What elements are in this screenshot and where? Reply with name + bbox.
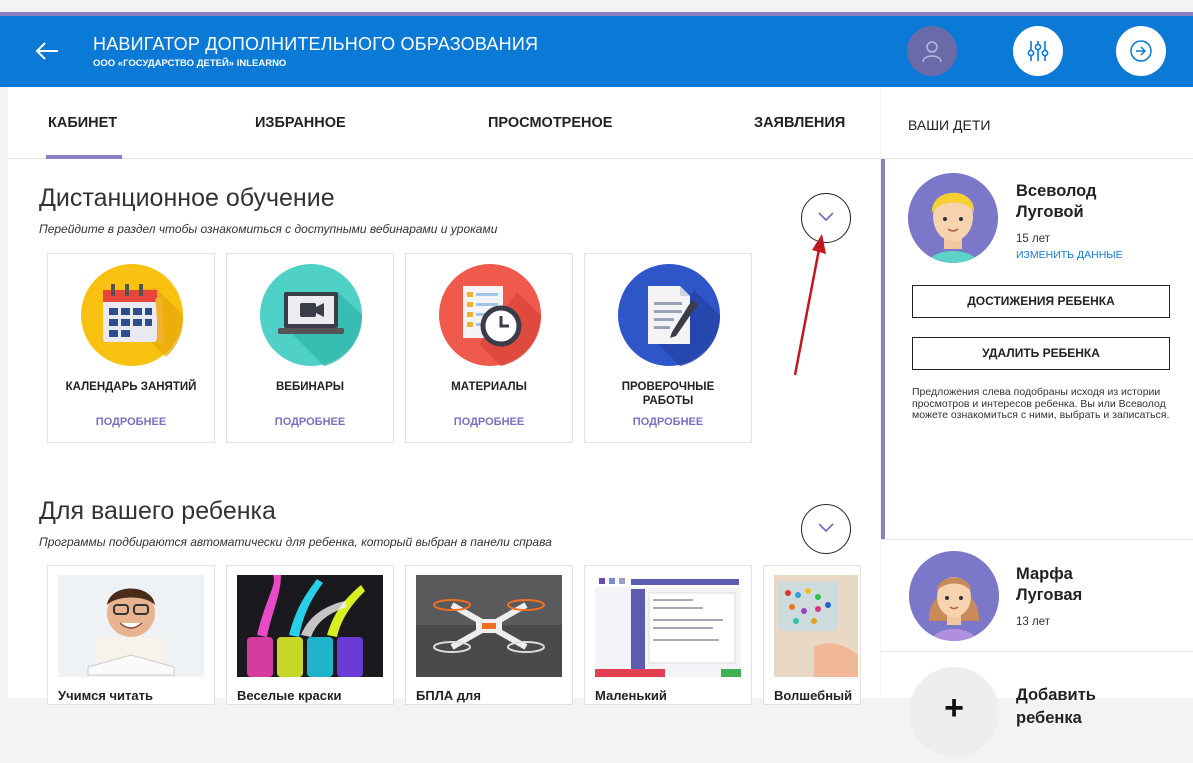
program-title: Маленький [595,688,667,703]
child-card[interactable]: Марфа Луговая 13 лет [881,539,1193,652]
user-icon [922,41,942,63]
program-card[interactable]: Учимся читать [47,565,215,705]
program-image-reading-boy [58,575,204,677]
program-title: Учимся читать [58,688,153,703]
tab-applications[interactable]: ЗАЯВЛЕНИЯ [754,115,845,131]
girl-avatar-icon [909,551,999,641]
child-avatar-boy [908,173,998,263]
card-more-link[interactable]: ПОДРОБНЕЕ [406,416,572,428]
child-age: 15 лет [1016,233,1050,245]
add-child-row[interactable]: + Добавить ребенка [881,653,1193,763]
program-title: Веселые краски [237,688,342,703]
child-first-name: Марфа [1016,565,1073,583]
program-card[interactable]: Веселые краски [226,565,394,705]
card-calendar[interactable]: КАЛЕНДАРЬ ЗАНЯТИЙ ПОДРОБНЕЕ [47,253,215,443]
program-title: БПЛА для [416,688,481,703]
child-age: 13 лет [1016,616,1050,628]
child-last-name: Луговая [1016,586,1083,604]
back-arrow-icon[interactable] [34,38,60,64]
distance-section-title: Дистанционное обучение [39,184,335,212]
materials-clock-icon [439,264,541,366]
app-subtitle: ООО «ГОСУДАРСТВО ДЕТЕЙ» INLEARNO [93,58,287,69]
forchild-collapse-button[interactable] [801,504,851,554]
add-child-label-1: Добавить [1016,686,1096,704]
card-label: ПРОВЕРОЧНЫЕ РАБОТЫ [621,381,715,407]
add-child-button[interactable]: + [909,667,999,757]
child-avatar-girl [909,551,999,641]
card-tests[interactable]: ПРОВЕРОЧНЫЕ РАБОТЫ ПОДРОБНЕЕ [584,253,752,443]
card-label: КАЛЕНДАРЬ ЗАНЯТИЙ [65,381,197,393]
program-image-beads [774,575,858,677]
app-title: НАВИГАТОР ДОПОЛНИТЕЛЬНОГО ОБРАЗОВАНИЯ [93,34,539,54]
card-materials[interactable]: МАТЕРИАЛЫ ПОДРОБНЕЕ [405,253,573,443]
program-image-paint-splash [237,575,383,677]
children-sidebar: ВАШИ ДЕТИ Всеволод Луговой 15 лет ИЗМЕНИ… [881,87,1193,757]
tab-viewed[interactable]: ПРОСМОТРЕНОЕ [488,115,612,131]
logout-button[interactable] [1116,26,1166,76]
card-webinars[interactable]: ВЕБИНАРЫ ПОДРОБНЕЕ [226,253,394,443]
sidebar-header: ВАШИ ДЕТИ [881,87,1193,159]
calendar-icon [81,264,183,366]
webinar-laptop-icon [260,264,362,366]
tab-cabinet[interactable]: КАБИНЕТ [48,115,117,131]
child-card-active[interactable]: Всеволод Луговой 15 лет ИЗМЕНИТЬ ДАННЫЕ … [881,159,1193,539]
add-child-label-2: ребенка [1016,709,1082,727]
card-more-link[interactable]: ПОДРОБНЕЕ [227,416,393,428]
edit-data-link[interactable]: ИЗМЕНИТЬ ДАННЫЕ [1016,249,1123,261]
chevron-down-icon [818,212,834,222]
app-header: НАВИГАТОР ДОПОЛНИТЕЛЬНОГО ОБРАЗОВАНИЯ ОО… [0,16,1193,87]
card-label: МАТЕРИАЛЫ [451,381,527,393]
profile-button[interactable] [907,26,957,76]
forchild-section-subtitle: Программы подбираются автоматически для … [39,535,552,549]
sidebar-heading: ВАШИ ДЕТИ [908,117,991,133]
tab-bar: КАБИНЕТ ИЗБРАННОЕ ПРОСМОТРЕНОЕ ЗАЯВЛЕНИЯ [8,87,880,159]
program-image-app-screenshot [595,575,741,677]
tab-favorites[interactable]: ИЗБРАННОЕ [255,115,346,131]
settings-filter-button[interactable] [1013,26,1063,76]
card-label: ВЕБИНАРЫ [275,381,345,393]
child-first-name: Всеволод [1016,182,1097,200]
achievements-button[interactable]: ДОСТИЖЕНИЯ РЕБЕНКА [912,285,1170,318]
program-title: Волшебный [774,688,853,703]
program-card[interactable]: БПЛА для [405,565,573,705]
program-card[interactable]: Маленький [584,565,752,705]
boy-avatar-icon [908,173,998,263]
recommendations-note: Предложения слева подобраны исходя из ис… [912,386,1170,421]
forchild-section-title: Для вашего ребенка [39,497,276,525]
active-tab-indicator [46,155,122,159]
program-card[interactable]: Волшебный [763,565,861,705]
distance-section-subtitle: Перейдите в раздел чтобы ознакомиться с … [39,222,498,236]
card-more-link[interactable]: ПОДРОБНЕЕ [585,416,751,428]
program-image-drone [416,575,562,677]
test-document-icon [618,264,720,366]
card-more-link[interactable]: ПОДРОБНЕЕ [48,416,214,428]
logout-arrow-icon [1130,40,1152,62]
delete-child-button[interactable]: УДАЛИТЬ РЕБЕНКА [912,337,1170,370]
child-last-name: Луговой [1016,203,1084,221]
annotation-arrow [793,234,826,376]
sliders-icon [1027,41,1049,61]
plus-icon: + [944,689,964,727]
chevron-down-icon [818,523,834,533]
